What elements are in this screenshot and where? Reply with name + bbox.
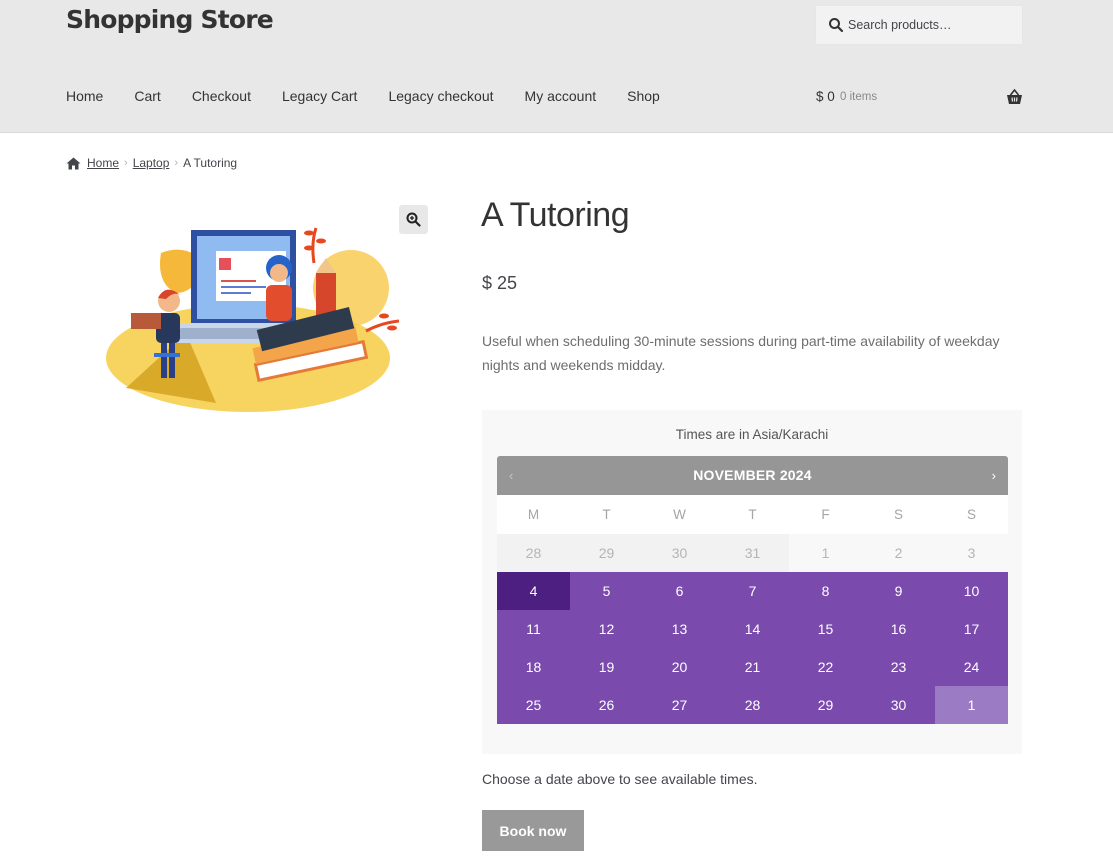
- calendar-weekday: F: [789, 495, 862, 534]
- calendar-day[interactable]: 19: [570, 648, 643, 686]
- calendar-day[interactable]: 25: [497, 686, 570, 724]
- nav-legacy-checkout[interactable]: Legacy checkout: [388, 88, 493, 108]
- nav-shop[interactable]: Shop: [627, 88, 660, 108]
- breadcrumb-separator: ›: [174, 157, 179, 169]
- calendar-day[interactable]: 15: [789, 610, 862, 648]
- nav-legacy-cart[interactable]: Legacy Cart: [282, 88, 357, 108]
- main-nav: Home Cart Checkout Legacy Cart Legacy ch…: [66, 88, 691, 108]
- breadcrumb-current: A Tutoring: [183, 156, 238, 170]
- breadcrumb-laptop[interactable]: Laptop: [133, 156, 170, 170]
- breadcrumb: Home › Laptop › A Tutoring: [66, 156, 237, 170]
- search-icon: [829, 18, 844, 33]
- calendar-day[interactable]: 23: [862, 648, 935, 686]
- breadcrumb-separator: ›: [124, 157, 128, 169]
- zoom-button[interactable]: [399, 205, 428, 234]
- calendar-day: 2: [862, 534, 935, 572]
- calendar-day[interactable]: 9: [862, 572, 935, 610]
- site-header: Shopping Store Home Cart Checkout Legacy…: [0, 0, 1113, 133]
- calendar-month-label: NOVEMBER 2024: [693, 467, 812, 483]
- nav-home[interactable]: Home: [66, 88, 103, 108]
- calendar-day[interactable]: 20: [643, 648, 716, 686]
- calendar-day: 28: [497, 534, 570, 572]
- calendar-day: 31: [716, 534, 789, 572]
- calendar-day[interactable]: 13: [643, 610, 716, 648]
- calendar-day[interactable]: 6: [643, 572, 716, 610]
- nav-cart[interactable]: Cart: [134, 88, 160, 108]
- breadcrumb-home[interactable]: Home: [87, 156, 119, 170]
- calendar-weekday: S: [935, 495, 1008, 534]
- site-title[interactable]: Shopping Store: [66, 5, 274, 34]
- calendar-day[interactable]: 10: [935, 572, 1008, 610]
- calendar-day[interactable]: 30: [862, 686, 935, 724]
- search-box[interactable]: [815, 5, 1023, 45]
- product-image[interactable]: [66, 203, 430, 423]
- cart-amount: $ 0: [816, 89, 835, 104]
- calendar-grid: M T W T F S S 28 29 30 31 1 2 3 4 5 6 7 8 9 10 11 12 13 14 15 16 17…: [497, 495, 1008, 724]
- calendar-day[interactable]: 8: [789, 572, 862, 610]
- calendar-day[interactable]: 24: [935, 648, 1008, 686]
- timezone-note: Times are in Asia/Karachi: [675, 427, 829, 442]
- calendar-day[interactable]: 26: [570, 686, 643, 724]
- calendar-day[interactable]: 14: [716, 610, 789, 648]
- product-price: $ 25: [482, 273, 518, 293]
- product-description: Useful when scheduling 30-minute session…: [482, 333, 1000, 373]
- calendar-day[interactable]: 18: [497, 648, 570, 686]
- calendar-day[interactable]: 11: [497, 610, 570, 648]
- zoom-icon: [406, 212, 421, 227]
- home-icon: [66, 157, 81, 169]
- calendar-weekday: W: [643, 495, 716, 534]
- cart-count: 0 items: [840, 91, 878, 103]
- basket-icon: [1007, 89, 1022, 104]
- calendar-day[interactable]: 29: [789, 686, 862, 724]
- calendar-day[interactable]: 7: [716, 572, 789, 610]
- calendar-day[interactable]: 17: [935, 610, 1008, 648]
- calendar-day[interactable]: 12: [570, 610, 643, 648]
- calendar-header: ‹ NOVEMBER 2024 ›: [497, 456, 1008, 495]
- nav-checkout[interactable]: Checkout: [192, 88, 251, 108]
- calendar-day[interactable]: 27: [643, 686, 716, 724]
- calendar-weekday: T: [716, 495, 789, 534]
- calendar-day: 29: [570, 534, 643, 572]
- booking-calendar: ‹ NOVEMBER 2024 › M T W T F S S 28 29 30 31 1 2 3 4 5 6 7…: [497, 456, 1008, 724]
- book-now-button[interactable]: Book now: [482, 810, 584, 851]
- calendar-weekday: S: [862, 495, 935, 534]
- calendar-day: 3: [935, 534, 1008, 572]
- calendar-day[interactable]: 1: [935, 686, 1008, 724]
- calendar-day[interactable]: 16: [862, 610, 935, 648]
- calendar-weekday: T: [570, 495, 643, 534]
- booking-form: Times are in Asia/Karachi ‹ NOVEMBER 202…: [482, 410, 1022, 754]
- calendar-day: 1: [789, 534, 862, 572]
- booking-hint: Choose a date above to see available tim…: [482, 771, 758, 787]
- calendar-day[interactable]: 28: [716, 686, 789, 724]
- calendar-day[interactable]: 21: [716, 648, 789, 686]
- nav-my-account[interactable]: My account: [525, 88, 597, 108]
- calendar-next-button[interactable]: ›: [992, 456, 996, 495]
- search-input[interactable]: [848, 6, 1018, 44]
- calendar-day-selected[interactable]: 4: [497, 572, 570, 610]
- calendar-day[interactable]: 5: [570, 572, 643, 610]
- calendar-day: 30: [643, 534, 716, 572]
- product-title: A Tutoring: [481, 196, 630, 234]
- calendar-weekday: M: [497, 495, 570, 534]
- calendar-day[interactable]: 22: [789, 648, 862, 686]
- header-cart[interactable]: $ 0 0 items: [816, 89, 1023, 109]
